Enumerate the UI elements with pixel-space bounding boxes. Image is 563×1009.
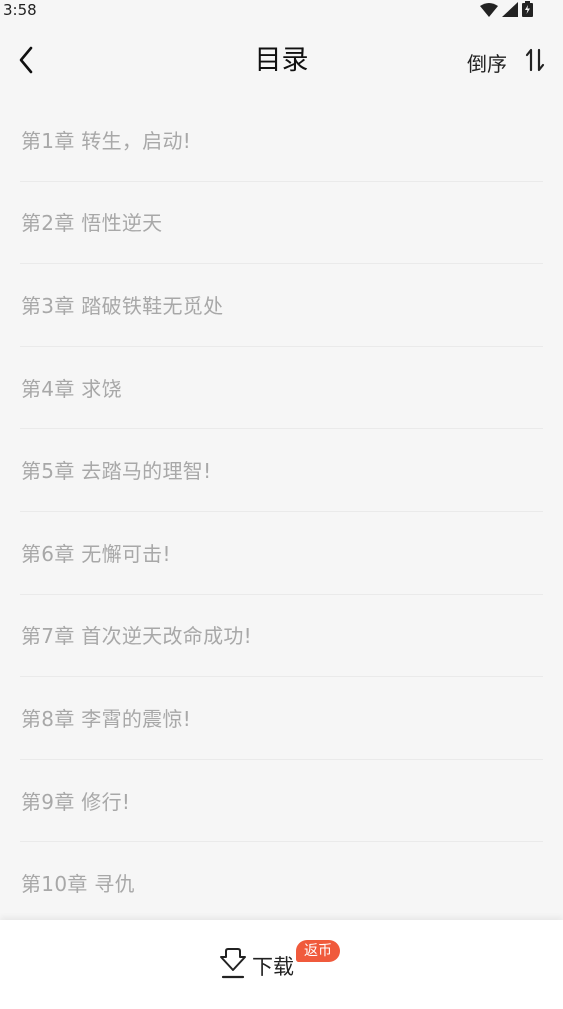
status-time: 3:58 bbox=[3, 1, 37, 19]
chapter-title: 第4章 求饶 bbox=[21, 376, 122, 401]
chapter-title: 第6章 无懈可击! bbox=[21, 541, 171, 566]
bottom-bar: 下载 返币 bbox=[0, 920, 563, 1009]
chapter-title: 第2章 悟性逆天 bbox=[21, 211, 163, 236]
chapter-item[interactable]: 第9章 修行! bbox=[0, 760, 563, 843]
chapter-item[interactable]: 第3章 踏破铁鞋无觅处 bbox=[0, 264, 563, 347]
chapter-item[interactable]: 第4章 求饶 bbox=[0, 347, 563, 430]
chapter-item[interactable]: 第5章 去踏马的理智! bbox=[0, 429, 563, 512]
chapter-title: 第8章 李霄的震惊! bbox=[21, 706, 192, 731]
chapter-item[interactable]: 第10章 寻仇 bbox=[0, 842, 563, 925]
sort-order-button[interactable]: 倒序 bbox=[467, 48, 545, 76]
coin-rebate-badge: 返币 bbox=[296, 940, 340, 962]
sort-label: 倒序 bbox=[467, 51, 507, 76]
chapter-title: 第1章 转生，启动! bbox=[21, 128, 192, 153]
status-bar: 3:58 bbox=[0, 0, 563, 22]
chapter-item[interactable]: 第2章 悟性逆天 bbox=[0, 182, 563, 265]
download-icon bbox=[218, 947, 248, 985]
chapter-title: 第10章 寻仇 bbox=[21, 872, 135, 897]
wifi-icon bbox=[480, 2, 498, 21]
chapter-title: 第7章 首次逆天改命成功! bbox=[21, 624, 252, 649]
header: 目录 倒序 bbox=[0, 32, 563, 90]
chapter-title: 第9章 修行! bbox=[21, 789, 131, 814]
chapter-item[interactable]: 第7章 首次逆天改命成功! bbox=[0, 595, 563, 678]
download-label: 下载 bbox=[252, 955, 294, 979]
status-icons bbox=[480, 1, 533, 21]
signal-icon bbox=[502, 1, 518, 21]
chapter-item[interactable]: 第8章 李霄的震惊! bbox=[0, 677, 563, 760]
chapter-list: 第1章 转生，启动! 第2章 悟性逆天 第3章 踏破铁鞋无觅处 第4章 求饶 第… bbox=[0, 99, 563, 925]
chapter-item[interactable]: 第6章 无懈可击! bbox=[0, 512, 563, 595]
chapter-title: 第5章 去踏马的理智! bbox=[21, 459, 212, 484]
battery-charging-icon bbox=[522, 1, 533, 21]
chapter-title: 第3章 踏破铁鞋无觅处 bbox=[21, 293, 224, 318]
download-button[interactable]: 下载 bbox=[218, 948, 294, 984]
chapter-item[interactable]: 第1章 转生，启动! bbox=[0, 99, 563, 182]
sort-arrows-icon bbox=[525, 48, 545, 76]
